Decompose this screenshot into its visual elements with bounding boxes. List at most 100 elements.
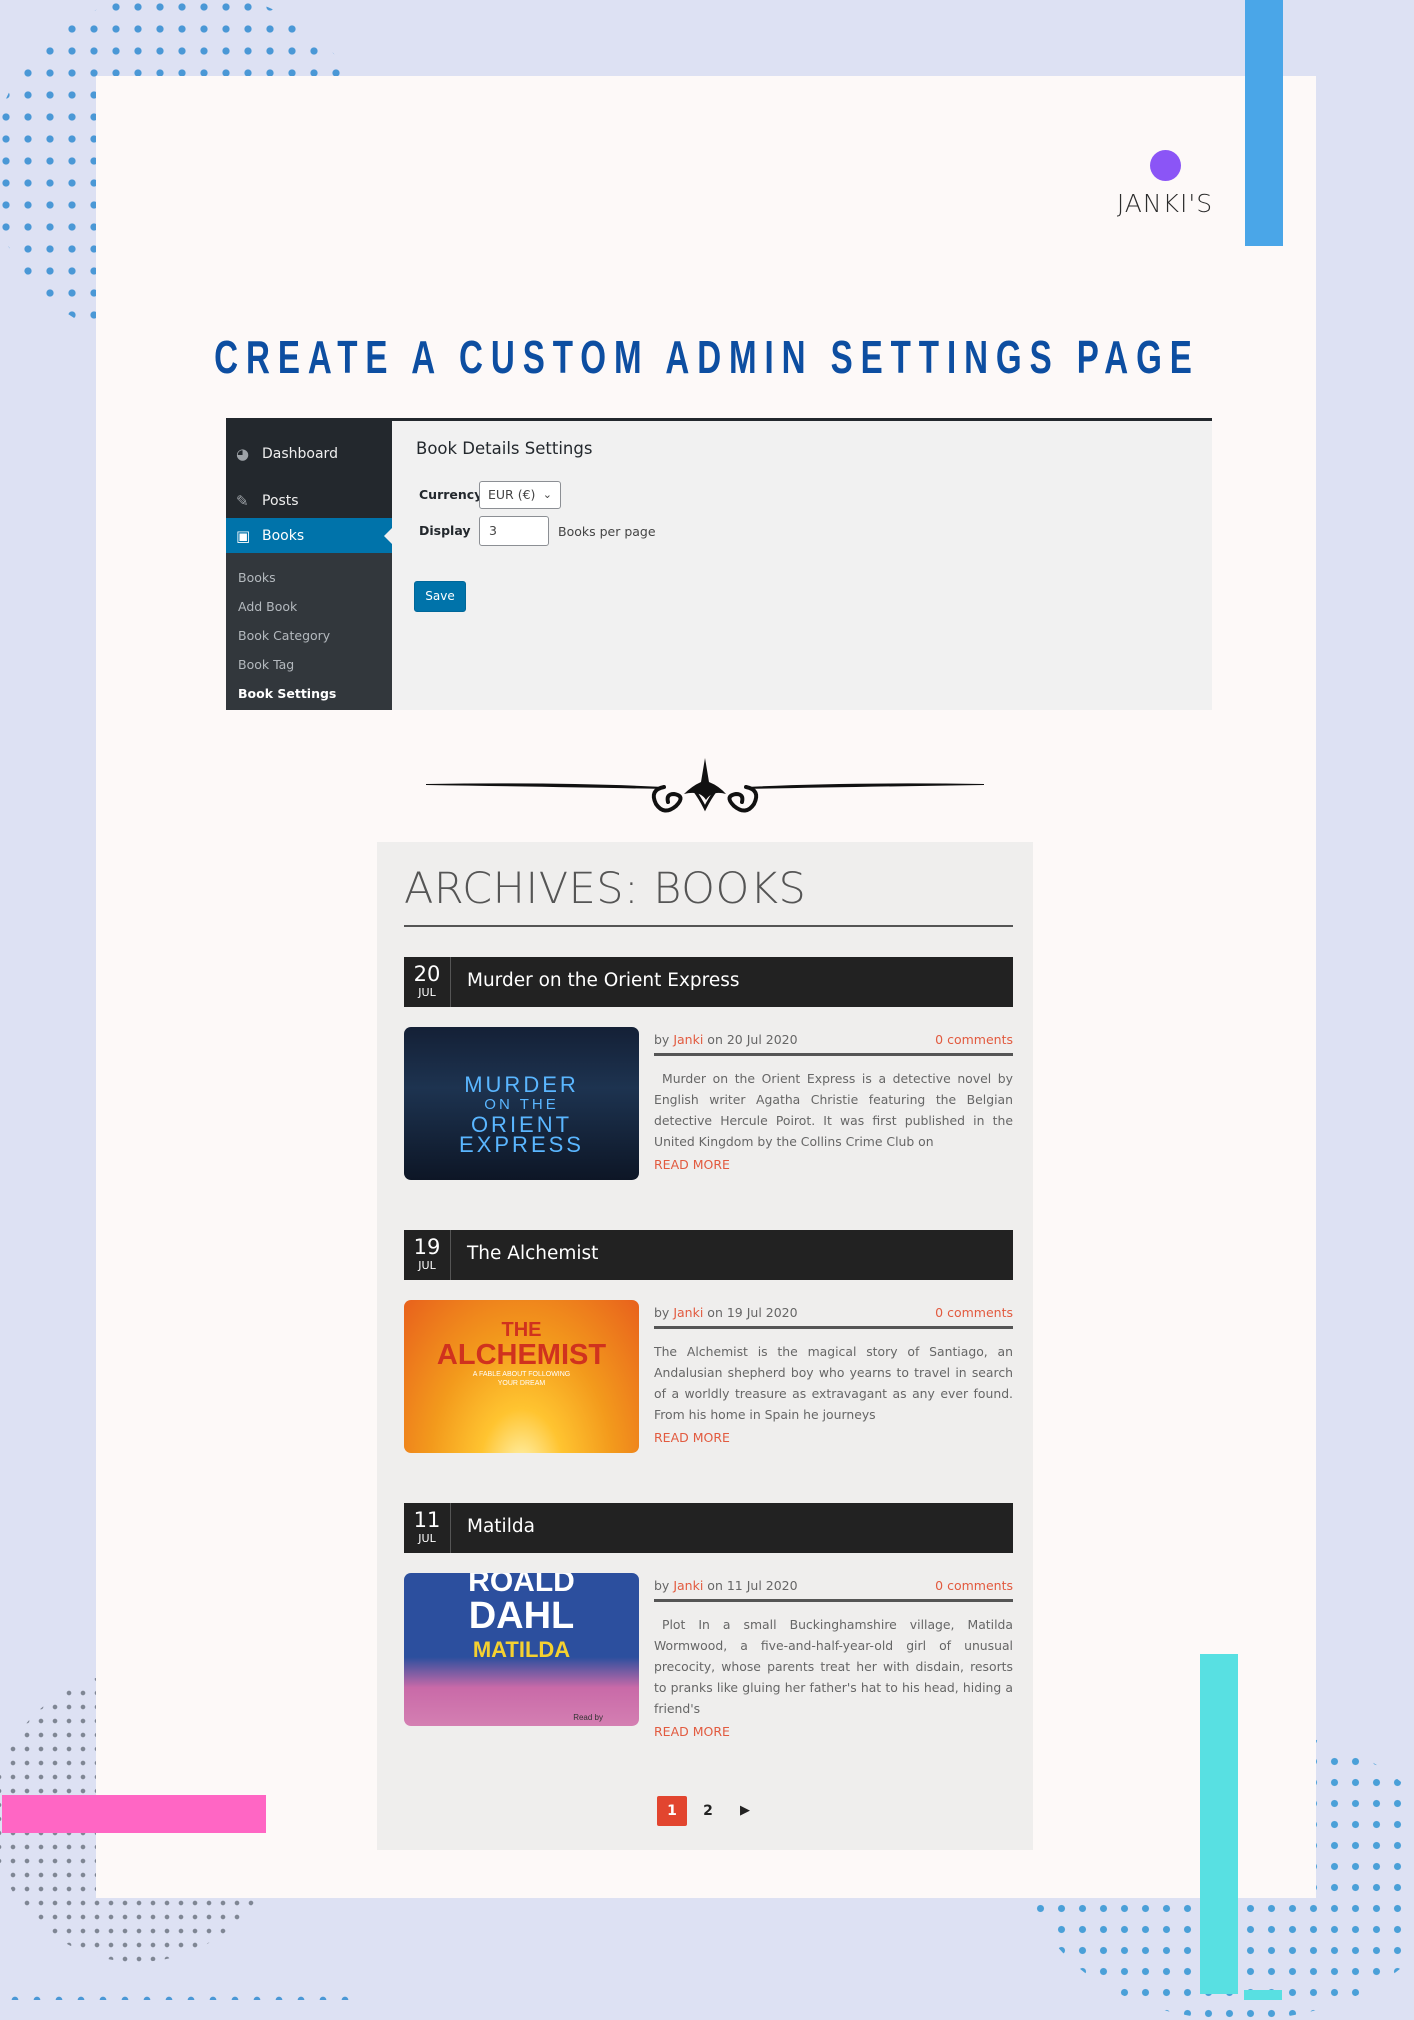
read-more-link[interactable]: READ MORE: [654, 1157, 730, 1172]
post-meta-divider: [654, 1326, 1013, 1329]
post-title-link[interactable]: The Alchemist: [467, 1243, 598, 1264]
decorative-cyan-bar: [1200, 1654, 1238, 1994]
post-author-prefix: by: [654, 1032, 670, 1047]
pagination-page-link[interactable]: 2: [698, 1796, 718, 1826]
decorative-blue-bar: [1245, 0, 1283, 246]
ornament-divider: [426, 758, 984, 813]
post-comments-link[interactable]: 0 comments: [935, 1578, 1013, 1593]
read-more-link[interactable]: READ MORE: [654, 1430, 730, 1445]
decorative-cyan-bar-bottom: [1244, 1990, 1282, 2000]
currency-value: EUR (€): [488, 487, 536, 502]
post-item: 20 JUL Murder on the Orient Express MURD…: [404, 957, 1013, 1217]
post-comments-link[interactable]: 0 comments: [935, 1305, 1013, 1320]
post-author-link[interactable]: Janki: [673, 1032, 703, 1047]
submenu-item-book-tag[interactable]: Book Tag: [226, 650, 392, 679]
post-date-day: 20: [413, 962, 441, 986]
post-item: 11 JUL Matilda ROALD DAHL MATILDA Read b…: [404, 1503, 1013, 1763]
post-date-month: JUL: [418, 1259, 436, 1272]
post-date-text: on 20 Jul 2020: [707, 1032, 798, 1047]
currency-select[interactable]: EUR (€) ⌄: [479, 481, 561, 509]
brand-name: JANKI'S: [1116, 189, 1214, 218]
currency-label: Currency: [419, 487, 483, 502]
pagination-current-page[interactable]: 1: [657, 1796, 687, 1826]
post-excerpt: Plot In a small Buckinghamshire village,…: [654, 1617, 1013, 1716]
thumbnail-caption: THE ALCHEMIST A FABLE ABOUT FOLLOWING YO…: [404, 1320, 639, 1388]
post-date-day: 19: [413, 1235, 441, 1259]
sidebar-item-label: Dashboard: [262, 445, 338, 462]
post-date: 20 JUL: [404, 957, 451, 1007]
submenu-item-book-category[interactable]: Book Category: [226, 621, 392, 650]
archive-title-divider: [404, 925, 1013, 927]
sidebar-item-label: Books: [262, 527, 305, 544]
post-date-month: JUL: [418, 1532, 436, 1545]
thumbnail-caption-line: A FABLE ABOUT FOLLOWING: [472, 1371, 571, 1378]
admin-sidebar: ◕ Dashboard ✎ Posts ▣ Books Books Add Bo…: [226, 421, 392, 710]
post-title-link[interactable]: Murder on the Orient Express: [467, 970, 740, 991]
thumbnail-caption-line: YOUR DREAM: [497, 1380, 546, 1387]
thumbnail-caption-line: ROALD: [468, 1573, 575, 1598]
pin-icon: ✎: [236, 491, 249, 510]
post-author-link[interactable]: Janki: [673, 1305, 703, 1320]
sidebar-item-books[interactable]: ▣ Books: [226, 518, 392, 553]
decorative-dots-bottom: [0, 1985, 360, 2000]
post-meta-divider: [654, 1599, 1013, 1602]
chevron-down-icon: ⌄: [542, 488, 552, 501]
post-meta-divider: [654, 1053, 1013, 1056]
post-date-text: on 19 Jul 2020: [707, 1305, 798, 1320]
thumbnail-caption-line: Read by: [573, 1713, 603, 1722]
brand-dot-icon: [1149, 150, 1181, 181]
submenu-item-book-settings[interactable]: Book Settings: [226, 679, 392, 708]
post-meta: by Janki on 20 Jul 2020 0 comments: [654, 1032, 1013, 1047]
post-date: 11 JUL: [404, 1503, 451, 1553]
thumbnail-caption-line: MATILDA: [472, 1637, 571, 1662]
next-arrow-icon[interactable]: ▶: [735, 1796, 755, 1826]
archive-title: ARCHIVES: BOOKS: [404, 864, 807, 914]
thumbnail-caption-line: ALCHEMIST: [436, 1339, 607, 1371]
post-meta: by Janki on 11 Jul 2020 0 comments: [654, 1578, 1013, 1593]
post-title-link[interactable]: Matilda: [467, 1516, 535, 1537]
post-header: 19 JUL The Alchemist: [404, 1230, 1013, 1280]
sidebar-item-posts[interactable]: ✎ Posts: [226, 483, 392, 518]
post-author-prefix: by: [654, 1305, 670, 1320]
thumbnail-caption-line: DAHL: [468, 1595, 575, 1637]
books-submenu: Books Add Book Book Category Book Tag Bo…: [226, 553, 392, 710]
post-header: 20 JUL Murder on the Orient Express: [404, 957, 1013, 1007]
post-date-month: JUL: [418, 986, 436, 999]
submenu-item-books[interactable]: Books: [226, 563, 392, 592]
read-more-link[interactable]: READ MORE: [654, 1724, 730, 1739]
display-suffix: Books per page: [558, 524, 656, 539]
brand-logo: JANKI'S: [1110, 150, 1220, 218]
post-thumbnail[interactable]: MURDER ON THE ORIENT EXPRESS: [404, 1027, 639, 1180]
submenu-item-add-book[interactable]: Add Book: [226, 592, 392, 621]
settings-heading: Book Details Settings: [416, 439, 593, 458]
post-header: 11 JUL Matilda: [404, 1503, 1013, 1553]
display-label: Display: [419, 523, 471, 538]
sidebar-item-label: Posts: [262, 492, 299, 509]
post-date: 19 JUL: [404, 1230, 451, 1280]
post-meta: by Janki on 19 Jul 2020 0 comments: [654, 1305, 1013, 1320]
thumbnail-caption-line: THE: [501, 1319, 542, 1341]
thumbnail-caption: MURDER ON THE ORIENT EXPRESS: [404, 1072, 639, 1157]
display-input[interactable]: 3: [479, 516, 549, 546]
post-date-day: 11: [413, 1508, 441, 1532]
thumbnail-caption: ROALD DAHL MATILDA: [404, 1573, 639, 1665]
post-author-prefix: by: [654, 1578, 670, 1593]
book-icon: ▣: [236, 526, 251, 545]
post-excerpt: Murder on the Orient Express is a detect…: [654, 1071, 1013, 1149]
decorative-pink-bar: [2, 1795, 266, 1833]
thumbnail-caption-line: MURDER: [464, 1072, 579, 1097]
post-item: 19 JUL The Alchemist THE ALCHEMIST A FAB…: [404, 1230, 1013, 1490]
post-author-link[interactable]: Janki: [673, 1578, 703, 1593]
post-thumbnail[interactable]: ROALD DAHL MATILDA Read by: [404, 1573, 639, 1726]
post-date-text: on 11 Jul 2020: [707, 1578, 798, 1593]
save-button[interactable]: Save: [414, 581, 466, 612]
sidebar-item-dashboard[interactable]: ◕ Dashboard: [226, 436, 392, 471]
dashboard-icon: ◕: [236, 444, 250, 463]
thumbnail-caption-line: EXPRESS: [459, 1132, 584, 1157]
post-excerpt: The Alchemist is the magical story of Sa…: [654, 1344, 1013, 1422]
page-title: CREATE A CUSTOM ADMIN SETTINGS PAGE: [214, 331, 1200, 383]
post-thumbnail[interactable]: THE ALCHEMIST A FABLE ABOUT FOLLOWING YO…: [404, 1300, 639, 1453]
post-comments-link[interactable]: 0 comments: [935, 1032, 1013, 1047]
archive-screenshot: ARCHIVES: BOOKS 20 JUL Murder on the Ori…: [377, 842, 1033, 1850]
admin-settings-screenshot: ◕ Dashboard ✎ Posts ▣ Books Books Add Bo…: [226, 418, 1212, 710]
